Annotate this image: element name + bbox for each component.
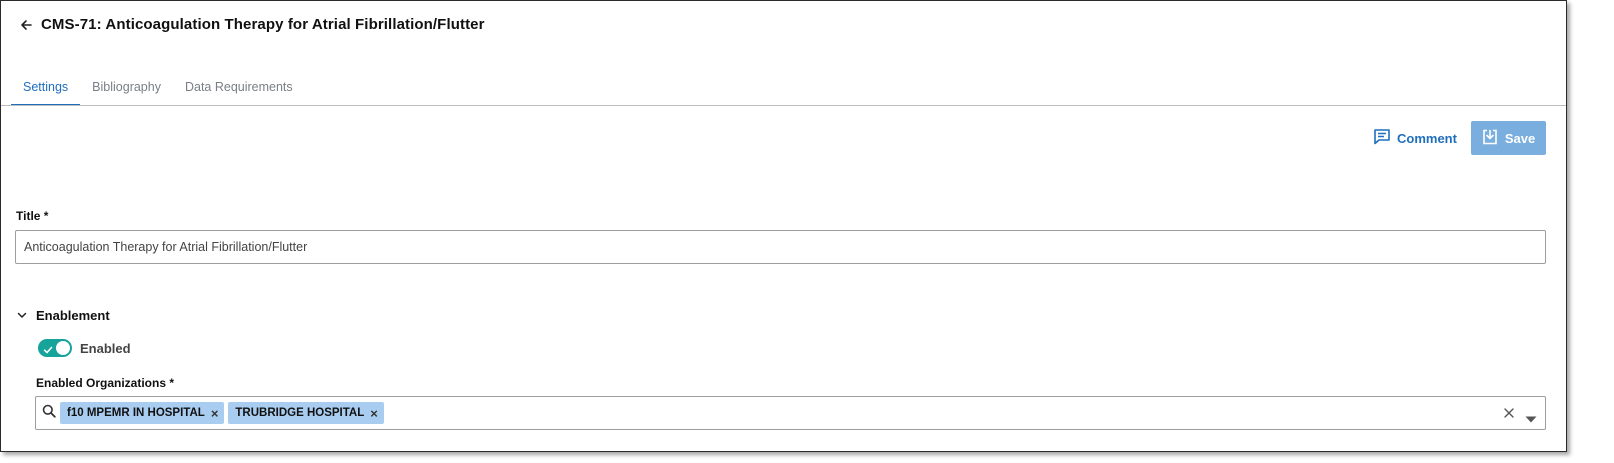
save-icon [1482, 129, 1498, 148]
tab-bibliography[interactable]: Bibliography [80, 73, 173, 106]
title-input[interactable] [15, 230, 1546, 264]
org-chip-label: TRUBRIDGE HOSPITAL [235, 407, 365, 419]
enablement-section-title: Enablement [36, 307, 110, 323]
save-button[interactable]: Save [1471, 121, 1546, 155]
enablement-section-header[interactable]: Enablement [17, 306, 110, 324]
page-title: CMS-71: Anticoagulation Therapy for Atri… [41, 16, 485, 33]
enabled-toggle-row: Enabled [38, 339, 131, 357]
page-header: CMS-71: Anticoagulation Therapy for Atri… [19, 16, 485, 33]
org-chip-label: f10 MPEMR IN HOSPITAL [67, 407, 205, 419]
org-chip: f10 MPEMR IN HOSPITAL × [60, 402, 225, 424]
save-button-label: Save [1504, 130, 1536, 146]
comment-icon [1373, 128, 1391, 148]
arrow-left-icon[interactable] [19, 18, 33, 32]
clear-icon[interactable] [1503, 406, 1515, 424]
toggle-knob [56, 341, 70, 355]
comment-button-label: Comment [1397, 130, 1457, 146]
close-icon[interactable]: × [211, 407, 219, 420]
close-icon[interactable]: × [370, 407, 378, 420]
check-icon [43, 342, 53, 354]
chevron-down-icon [17, 306, 27, 324]
comment-button[interactable]: Comment [1373, 128, 1457, 148]
tab-data-requirements[interactable]: Data Requirements [173, 73, 305, 106]
tabs-divider [1, 105, 1566, 106]
enabled-toggle-label: Enabled [80, 340, 131, 356]
tab-bar: Settings Bibliography Data Requirements [11, 73, 305, 106]
tab-settings[interactable]: Settings [11, 73, 81, 106]
enabled-orgs-label: Enabled Organizations * [36, 376, 175, 390]
enabled-orgs-select[interactable]: f10 MPEMR IN HOSPITAL × TRUBRIDGE HOSPIT… [35, 396, 1546, 430]
org-chip: TRUBRIDGE HOSPITAL × [228, 402, 384, 424]
app-window: CMS-71: Anticoagulation Therapy for Atri… [0, 0, 1567, 452]
caret-down-icon[interactable] [1525, 410, 1537, 428]
search-icon [42, 404, 56, 423]
enabled-toggle[interactable] [38, 339, 72, 357]
title-label: Title * [16, 209, 49, 223]
